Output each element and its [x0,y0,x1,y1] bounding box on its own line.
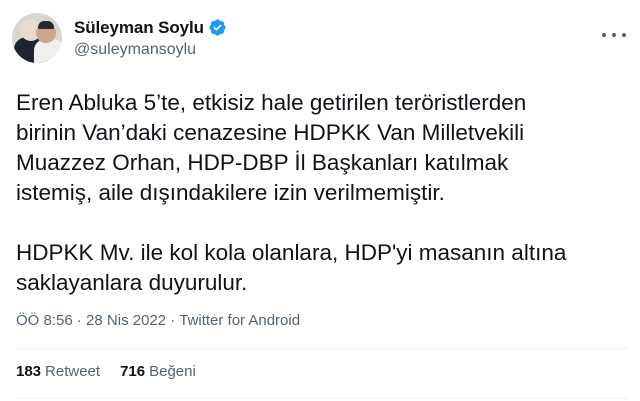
author-info: Süleyman Soylu @suleymansoylu [74,18,227,59]
tweet-text-line: birinin Van’daki cenazesine HDPKK Van Mi… [16,120,525,145]
tweet-date[interactable]: 28 Nis 2022 [86,312,166,329]
tweet-text-line: Eren Abluka 5’te, etkisiz hale getirilen… [16,90,527,115]
more-horizontal-icon [602,33,606,37]
tweet-time[interactable]: ÖÖ 8:56 [16,312,73,329]
likes-label: Beğeni [149,363,196,380]
tweet-text: Eren Abluka 5’te, etkisiz hale getirilen… [16,88,628,298]
retweets-stat[interactable]: 183 Retweet [16,363,100,380]
divider [16,398,628,399]
name-row: Süleyman Soylu [74,18,227,38]
tweet-text-line: saklayanlara duyurulur. [16,270,248,295]
tweet-meta: ÖÖ 8:56 · 28 Nis 2022 · Twitter for Andr… [16,312,300,329]
divider [16,348,628,349]
likes-stat[interactable]: 716 Beğeni [120,363,196,380]
tweet-text-line: istemiş, aile dışındakilere izin verilme… [16,180,445,205]
tweet-header: Süleyman Soylu @suleymansoylu [12,13,227,63]
meta-separator: · [76,312,87,329]
author-display-name[interactable]: Süleyman Soylu [74,18,204,38]
tweet-source[interactable]: Twitter for Android [179,312,300,329]
tweet-text-line: Muazzez Orhan, HDP-DBP İl Başkanları kat… [16,150,509,175]
tweet-stats: 183 Retweet 716 Beğeni [16,363,216,380]
more-options-button[interactable] [602,26,626,44]
retweets-count: 183 [16,363,42,380]
likes-count: 716 [120,363,146,380]
retweets-label: Retweet [45,363,101,380]
author-handle[interactable]: @suleymansoylu [74,41,227,59]
tweet-card: Süleyman Soylu @suleymansoylu Eren Abluk… [0,0,640,401]
meta-separator: · [170,312,180,329]
tweet-text-line: HDPKK Mv. ile kol kola olanlara, HDP'yi … [16,240,567,265]
avatar[interactable] [12,13,62,63]
verified-badge-icon [209,19,226,36]
